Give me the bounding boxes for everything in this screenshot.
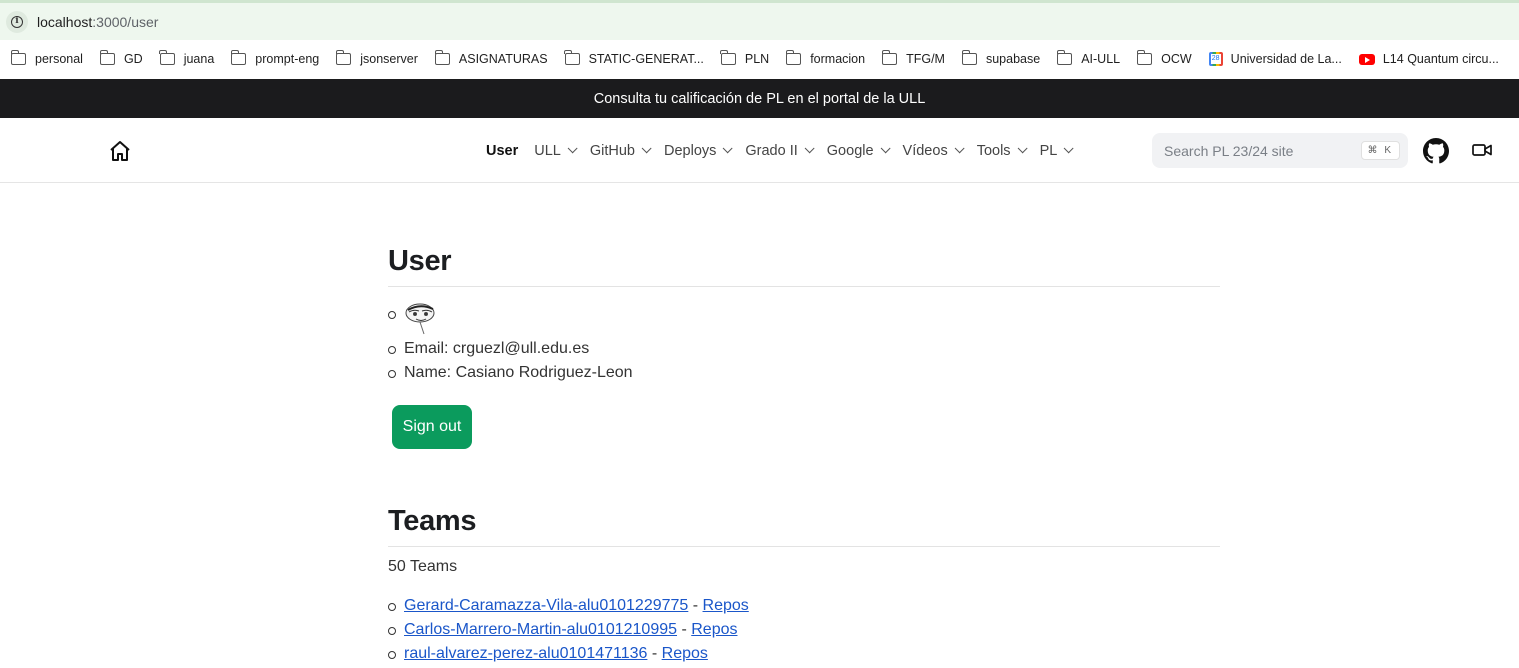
bookmark-tfgm[interactable]: TFG/M xyxy=(881,50,945,66)
bookmark-personal[interactable]: personal xyxy=(10,50,83,66)
list-item: Gerard-Caramazza-Vila-alu0101229775 - Re… xyxy=(388,594,1220,618)
avatar-item xyxy=(388,301,1220,337)
search-shortcut-badge: ⌘ K xyxy=(1360,141,1400,160)
nav-item-ull[interactable]: ULL xyxy=(526,143,582,159)
repos-link[interactable]: Repos xyxy=(662,645,708,662)
url-text[interactable]: localhost:3000/user xyxy=(37,14,158,30)
nav-item-tools[interactable]: Tools xyxy=(969,143,1032,159)
calendar-icon xyxy=(1208,52,1223,66)
folder-icon xyxy=(785,50,802,65)
teams-list: Gerard-Caramazza-Vila-alu0101229775 - Re… xyxy=(388,594,1220,666)
list-item: Carlos-Marrero-Martin-alu0101210995 - Re… xyxy=(388,618,1220,642)
bookmark-asignaturas[interactable]: ASIGNATURAS xyxy=(434,50,548,66)
folder-icon xyxy=(961,50,977,65)
browser-url-bar[interactable]: i localhost:3000/user xyxy=(0,0,1519,40)
team-link[interactable]: raul-alvarez-perez-alu0101471136 xyxy=(404,645,647,662)
search-button[interactable]: Search PL 23/24 site ⌘ K xyxy=(1152,133,1408,168)
chevron-down-icon xyxy=(641,143,652,154)
search-placeholder: Search PL 23/24 site xyxy=(1164,142,1294,159)
folder-icon xyxy=(10,50,26,65)
user-email: Email: crguezl@ull.edu.es xyxy=(388,337,1220,361)
chevron-down-icon xyxy=(954,143,965,154)
folder-icon xyxy=(159,50,175,65)
nav-item-videos[interactable]: Vídeos xyxy=(895,143,969,159)
sign-out-button[interactable]: Sign out xyxy=(392,405,472,449)
user-heading: User xyxy=(388,245,1220,287)
chevron-down-icon xyxy=(1017,143,1028,154)
bookmark-supabase[interactable]: supabase xyxy=(961,50,1040,66)
folder-icon xyxy=(1136,50,1153,65)
bookmark-quantum[interactable]: L14 Quantum circu... xyxy=(1358,52,1499,66)
bookmarks-bar: personal GD juana prompt-eng jsonserver … xyxy=(0,40,1519,78)
github-icon[interactable] xyxy=(1423,138,1449,164)
bookmark-ocw[interactable]: OCW xyxy=(1136,50,1192,66)
folder-icon xyxy=(434,50,450,65)
bookmark-jsonserver[interactable]: jsonserver xyxy=(335,50,418,66)
team-link[interactable]: Gerard-Caramazza-Vila-alu0101229775 xyxy=(404,597,688,614)
folder-icon xyxy=(335,50,352,65)
nav-item-grado-ii[interactable]: Grado II xyxy=(737,143,818,159)
chevron-down-icon xyxy=(804,143,815,154)
folder-icon xyxy=(1056,50,1073,65)
url-path: :3000/user xyxy=(92,13,159,30)
main-content: User Email: crguezl@ull.edu.es Name: Cas… xyxy=(388,183,1220,666)
chevron-down-icon xyxy=(880,143,891,154)
bookmark-pln[interactable]: PLN xyxy=(720,50,769,66)
announcement-banner: Consulta tu calificación de PL en el por… xyxy=(0,79,1519,118)
url-host: localhost xyxy=(37,13,93,30)
bookmark-prompt-eng[interactable]: prompt-eng xyxy=(230,50,319,66)
video-camera-icon[interactable] xyxy=(1472,142,1492,158)
nav-item-deploys[interactable]: Deploys xyxy=(656,143,737,159)
bookmark-gd[interactable]: GD xyxy=(99,50,143,66)
nav-menu: User ULL GitHub Deploys Grado II Google … xyxy=(478,118,1078,183)
youtube-icon xyxy=(1358,53,1375,65)
site-navbar: User ULL GitHub Deploys Grado II Google … xyxy=(0,118,1519,183)
bookmark-universidad[interactable]: Universidad de La... xyxy=(1208,52,1342,66)
bookmark-ai-ull[interactable]: AI-ULL xyxy=(1056,50,1120,66)
bookmark-formacion[interactable]: formacion xyxy=(785,50,865,66)
folder-icon xyxy=(720,50,736,65)
bookmark-static-generat[interactable]: STATIC-GENERAT... xyxy=(564,50,704,66)
nav-item-pl[interactable]: PL xyxy=(1032,143,1079,159)
folder-icon xyxy=(99,50,115,65)
chevron-down-icon xyxy=(567,143,578,154)
teams-heading: Teams xyxy=(388,505,1220,547)
nav-item-user[interactable]: User xyxy=(478,143,526,159)
avatar xyxy=(405,303,435,335)
chevron-down-icon xyxy=(723,143,733,154)
teams-count: 50 Teams xyxy=(388,558,458,575)
site-info-icon[interactable]: i xyxy=(6,10,28,33)
team-link[interactable]: Carlos-Marrero-Martin-alu0101210995 xyxy=(404,621,677,638)
chevron-down-icon xyxy=(1063,143,1074,154)
nav-item-github[interactable]: GitHub xyxy=(582,143,656,159)
repos-link[interactable]: Repos xyxy=(691,621,737,638)
user-name: Name: Casiano Rodriguez-Leon xyxy=(388,361,1220,385)
repos-link[interactable]: Repos xyxy=(703,597,749,614)
banner-text: Consulta tu calificación de PL en el por… xyxy=(593,90,926,107)
folder-icon xyxy=(564,50,580,65)
list-item: raul-alvarez-perez-alu0101471136 - Repos xyxy=(388,642,1220,666)
bookmark-juana[interactable]: juana xyxy=(159,50,214,66)
folder-icon xyxy=(230,50,247,65)
nav-item-google[interactable]: Google xyxy=(819,143,895,159)
user-info-list: Email: crguezl@ull.edu.es Name: Casiano … xyxy=(388,301,1220,385)
folder-icon xyxy=(881,50,898,65)
home-icon[interactable] xyxy=(108,139,132,163)
